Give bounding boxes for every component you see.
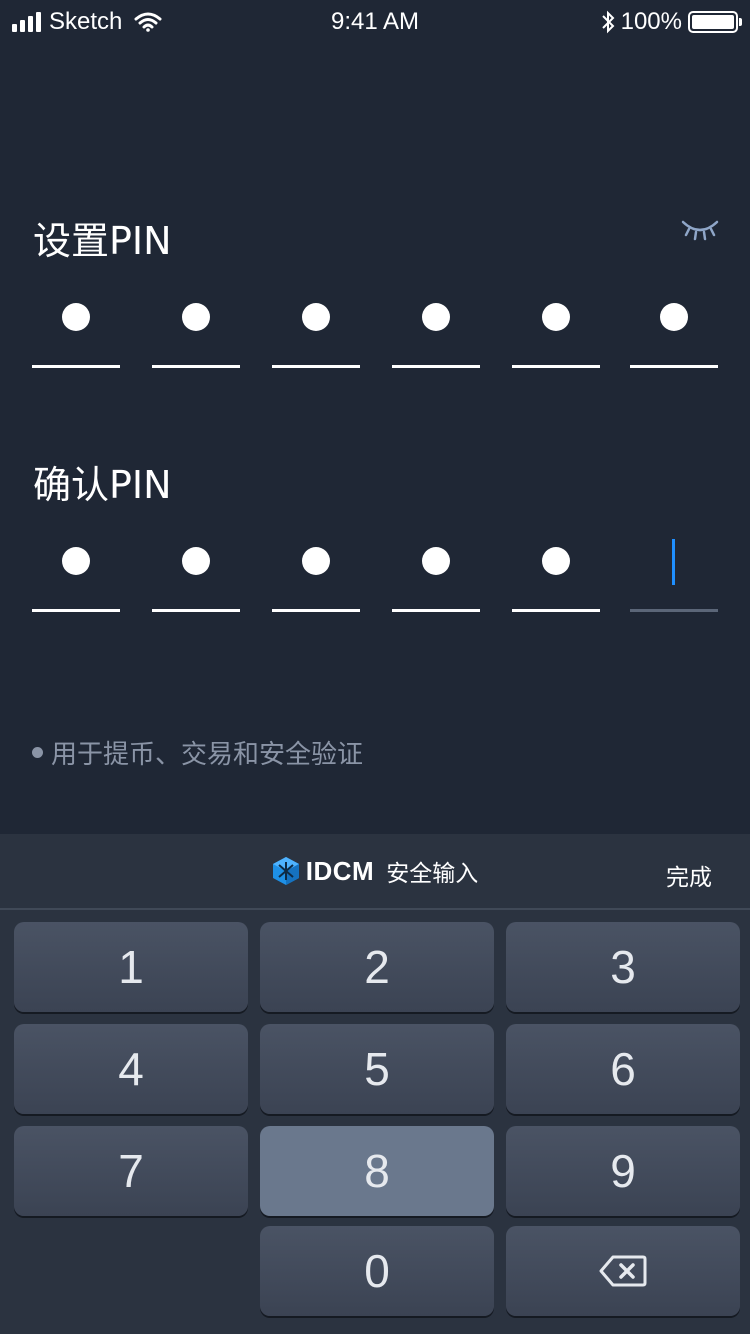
confirm-pin-slot[interactable] bbox=[272, 532, 360, 612]
set-pin-slot[interactable] bbox=[392, 288, 480, 368]
confirm-pin-slot[interactable] bbox=[630, 532, 718, 612]
pin-underline bbox=[32, 609, 120, 612]
pin-dot-icon bbox=[422, 303, 450, 331]
set-pin-title: 设置PIN bbox=[33, 219, 172, 263]
key-8[interactable]: 8 bbox=[260, 1126, 494, 1216]
text-cursor bbox=[672, 539, 675, 585]
pin-underline bbox=[630, 609, 718, 612]
bluetooth-icon bbox=[601, 10, 615, 34]
pin-underline bbox=[512, 609, 600, 612]
key-1[interactable]: 1 bbox=[14, 922, 248, 1012]
hint-label: 用于提币、交易和安全验证 bbox=[51, 740, 364, 770]
done-button[interactable]: 完成 bbox=[666, 858, 712, 892]
set-pin-slot[interactable] bbox=[152, 288, 240, 368]
pin-underline bbox=[512, 365, 600, 368]
key-3[interactable]: 3 bbox=[506, 922, 740, 1012]
key-6[interactable]: 6 bbox=[506, 1024, 740, 1114]
pin-underline bbox=[32, 365, 120, 368]
battery-percent: 100% bbox=[620, 8, 682, 35]
set-pin-slot[interactable] bbox=[272, 288, 360, 368]
pin-underline bbox=[152, 365, 240, 368]
pin-underline bbox=[272, 609, 360, 612]
hint-text: 用于提币、交易和安全验证 bbox=[32, 734, 363, 771]
pin-dot-icon bbox=[542, 547, 570, 575]
confirm-pin-slot[interactable] bbox=[512, 532, 600, 612]
set-pin-slot[interactable] bbox=[512, 288, 600, 368]
idcm-logo-icon bbox=[272, 857, 299, 885]
pin-dot-icon bbox=[302, 303, 330, 331]
brand-subtitle: 安全输入 bbox=[386, 861, 479, 887]
delete-button[interactable] bbox=[506, 1226, 740, 1316]
pin-dot-icon bbox=[542, 303, 570, 331]
pin-dot-icon bbox=[182, 303, 210, 331]
status-bar: Sketch 9:41 AM 100% bbox=[0, 0, 750, 44]
pin-dot-icon bbox=[422, 547, 450, 575]
confirm-pin-slot[interactable] bbox=[392, 532, 480, 612]
set-pin-input[interactable] bbox=[32, 288, 718, 368]
key-0[interactable]: 0 bbox=[260, 1226, 494, 1316]
confirm-pin-title: 确认PIN bbox=[33, 463, 172, 507]
pin-dot-icon bbox=[182, 547, 210, 575]
bullet-icon bbox=[32, 747, 43, 758]
pin-underline bbox=[392, 609, 480, 612]
key-5[interactable]: 5 bbox=[260, 1024, 494, 1114]
pin-dot-icon bbox=[62, 547, 90, 575]
confirm-pin-slot[interactable] bbox=[152, 532, 240, 612]
key-9[interactable]: 9 bbox=[506, 1126, 740, 1216]
status-right: 100% bbox=[601, 8, 742, 36]
set-pin-slot[interactable] bbox=[32, 288, 120, 368]
eye-closed-icon[interactable] bbox=[680, 218, 720, 244]
pin-dot-icon bbox=[62, 303, 90, 331]
battery-fill bbox=[692, 15, 734, 29]
key-7[interactable]: 7 bbox=[14, 1126, 248, 1216]
backspace-icon bbox=[599, 1255, 647, 1287]
pin-dot-icon bbox=[660, 303, 688, 331]
key-2[interactable]: 2 bbox=[260, 922, 494, 1012]
keyboard-brand: IDCM 安全输入 bbox=[0, 854, 750, 888]
brand-name: IDCM bbox=[305, 855, 375, 886]
confirm-pin-slot[interactable] bbox=[32, 532, 120, 612]
pin-underline bbox=[392, 365, 480, 368]
pin-dot-icon bbox=[302, 547, 330, 575]
confirm-pin-input[interactable] bbox=[32, 532, 718, 612]
pin-underline bbox=[152, 609, 240, 612]
keyboard-header: IDCM 安全输入 完成 bbox=[0, 834, 750, 910]
secure-keyboard: IDCM 安全输入 完成 1 2 3 4 5 6 7 8 9 0 bbox=[0, 834, 750, 1334]
set-pin-slot[interactable] bbox=[630, 288, 718, 368]
battery-icon bbox=[688, 11, 742, 33]
pin-underline bbox=[272, 365, 360, 368]
key-4[interactable]: 4 bbox=[14, 1024, 248, 1114]
pin-underline bbox=[630, 365, 718, 368]
